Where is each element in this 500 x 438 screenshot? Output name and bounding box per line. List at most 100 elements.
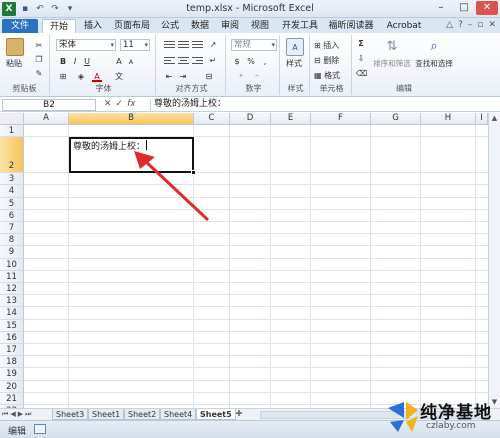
copy-icon[interactable]: ❐ bbox=[34, 55, 44, 65]
sort-filter-button[interactable]: ⇅ 排序和筛选 bbox=[372, 38, 412, 69]
tab-data[interactable]: 数据 bbox=[186, 19, 214, 33]
align-bottom-icon[interactable] bbox=[192, 41, 203, 50]
increase-decimal-icon[interactable]: ⁺ bbox=[236, 72, 246, 82]
formula-input[interactable]: 尊敬的汤姆上校： bbox=[150, 99, 488, 111]
close-button[interactable]: ✕ bbox=[476, 1, 498, 15]
find-select-button[interactable]: ⌕ 查找和选择 bbox=[414, 38, 454, 69]
fill-color-icon[interactable]: ◈ bbox=[76, 72, 86, 82]
tab-review[interactable]: 审阅 bbox=[216, 19, 244, 33]
align-center-icon[interactable] bbox=[178, 57, 189, 66]
cut-icon[interactable]: ✂ bbox=[34, 41, 44, 51]
annotation-arrow bbox=[134, 151, 210, 222]
worksheet-grid[interactable]: ABCDEFGHI 1 2 3 4 5 6 7 8 9 10 11 12 13 14 15 16 17 18 19 2… bbox=[0, 113, 500, 408]
fill-icon[interactable]: ⇩ bbox=[356, 54, 366, 64]
group-label-clipboard: 剪贴板 bbox=[12, 84, 37, 93]
sheet-tab-sheet5[interactable]: Sheet5 bbox=[196, 409, 236, 420]
shrink-font-button[interactable]: A bbox=[126, 57, 136, 67]
workbook-restore-icon[interactable]: ▫ bbox=[477, 20, 483, 30]
paste-icon bbox=[6, 38, 24, 56]
chevron-down-icon: ▾ bbox=[271, 41, 275, 49]
group-label-number: 数字 bbox=[245, 84, 262, 93]
name-box[interactable]: B2 bbox=[2, 99, 96, 111]
paste-label: 粘贴 bbox=[6, 59, 22, 68]
clear-icon[interactable]: ⌫ bbox=[356, 69, 367, 79]
group-number: 常规 ▾ $ % , ⁺ ⁻ 数字 bbox=[228, 35, 280, 95]
last-sheet-icon[interactable]: ⏭ bbox=[25, 410, 31, 419]
tab-insert[interactable]: 插入 bbox=[78, 19, 108, 33]
tab-developer[interactable]: 开发工具 bbox=[280, 19, 320, 33]
sheet-tab-sheet4[interactable]: Sheet4 bbox=[160, 409, 197, 420]
cancel-entry-icon[interactable]: ✕ bbox=[104, 99, 112, 109]
orientation-icon[interactable]: ↗ bbox=[208, 40, 218, 50]
decrease-indent-icon[interactable]: ⇤ bbox=[164, 72, 174, 82]
tab-home[interactable]: 开始 bbox=[42, 19, 76, 33]
paste-button[interactable]: 粘贴 bbox=[6, 38, 24, 69]
percent-button[interactable]: % bbox=[246, 57, 256, 67]
find-select-label: 查找和选择 bbox=[415, 59, 453, 68]
underline-button[interactable]: U bbox=[82, 57, 92, 67]
align-top-icon[interactable] bbox=[164, 41, 175, 50]
tab-file[interactable]: 文件 bbox=[2, 19, 38, 33]
group-styles: A 样式 样式 bbox=[282, 35, 310, 95]
group-label-cells: 单元格 bbox=[319, 84, 344, 93]
format-cells-label: 格式 bbox=[324, 71, 341, 80]
delete-cells-label: 删除 bbox=[323, 56, 340, 65]
font-name-combo[interactable]: 宋体 ▾ bbox=[56, 39, 116, 51]
styles-button[interactable]: A 样式 bbox=[286, 38, 304, 69]
prev-sheet-icon[interactable]: ◀ bbox=[10, 410, 15, 419]
tab-view[interactable]: 视图 bbox=[246, 19, 274, 33]
first-sheet-icon[interactable]: ⏮ bbox=[2, 410, 8, 419]
font-size-combo[interactable]: 11 ▾ bbox=[120, 39, 150, 51]
tab-formulas[interactable]: 公式 bbox=[156, 19, 184, 33]
align-right-icon[interactable] bbox=[192, 57, 203, 66]
insert-cells-button[interactable]: ⊞ 插入 bbox=[314, 40, 339, 51]
autosum-button[interactable]: Σ bbox=[356, 39, 366, 49]
help-icon[interactable]: ? bbox=[458, 20, 463, 30]
format-cells-button[interactable]: ▦ 格式 bbox=[314, 70, 340, 81]
insert-sheet-icon[interactable]: ✚ bbox=[232, 409, 246, 420]
font-name-value: 宋体 bbox=[59, 40, 77, 50]
bold-button[interactable]: B bbox=[58, 57, 68, 67]
group-label-font: 字体 bbox=[95, 84, 112, 93]
window-title: temp.xlsx - Microsoft Excel bbox=[186, 3, 314, 14]
binoculars-icon: ⌕ bbox=[430, 39, 438, 54]
currency-button[interactable]: $ bbox=[232, 57, 242, 67]
increase-indent-icon[interactable]: ⇥ bbox=[178, 72, 188, 82]
sheet-tab-sheet1[interactable]: Sheet1 bbox=[88, 409, 125, 420]
insert-function-button[interactable]: fx bbox=[127, 99, 136, 109]
delete-cells-button[interactable]: ⊟ 删除 bbox=[314, 55, 339, 66]
group-font: 宋体 ▾ 11 ▾ B I U A A ⊞ ◈ A 文 字体 bbox=[52, 35, 156, 95]
sheet-tab-sheet3[interactable]: Sheet3 bbox=[52, 409, 89, 420]
merge-center-icon[interactable]: ⊟ bbox=[204, 72, 214, 82]
sheet-tab-sheet2[interactable]: Sheet2 bbox=[124, 409, 161, 420]
vertical-scrollbar[interactable]: ▲ ▼ bbox=[488, 113, 500, 408]
workbook-close-icon[interactable]: ✕ bbox=[488, 20, 496, 30]
decrease-decimal-icon[interactable]: ⁻ bbox=[252, 72, 262, 82]
grow-font-button[interactable]: A bbox=[114, 57, 124, 67]
minimize-ribbon-icon[interactable]: △ bbox=[446, 20, 453, 30]
maximize-button[interactable]: □ bbox=[453, 1, 475, 15]
number-format-combo[interactable]: 常规 ▾ bbox=[231, 39, 277, 51]
tab-page-layout[interactable]: 页面布局 bbox=[110, 19, 154, 33]
workbook-minimize-icon[interactable]: – bbox=[468, 20, 473, 30]
scroll-up-icon[interactable]: ▲ bbox=[489, 113, 500, 124]
comma-button[interactable]: , bbox=[260, 57, 270, 67]
align-left-icon[interactable] bbox=[164, 57, 175, 66]
next-sheet-icon[interactable]: ▶ bbox=[18, 410, 23, 419]
align-middle-icon[interactable] bbox=[178, 41, 189, 50]
confirm-entry-icon[interactable]: ✓ bbox=[116, 99, 124, 109]
insert-cells-label: 插入 bbox=[323, 41, 340, 50]
group-label-styles: 样式 bbox=[287, 84, 304, 93]
format-painter-icon[interactable]: ✎ bbox=[34, 69, 44, 79]
border-icon[interactable]: ⊞ bbox=[58, 72, 68, 82]
wrap-text-icon[interactable]: ↵ bbox=[208, 56, 218, 66]
italic-button[interactable]: I bbox=[70, 57, 80, 67]
minimize-button[interactable]: – bbox=[430, 1, 452, 15]
arrow-shaft bbox=[141, 157, 210, 222]
macro-record-icon[interactable] bbox=[34, 424, 46, 434]
font-color-button[interactable]: A bbox=[92, 72, 102, 82]
chevron-down-icon: ▾ bbox=[110, 41, 114, 49]
tab-foxit-reader[interactable]: 福昕阅读器 bbox=[326, 19, 376, 33]
phonetic-icon[interactable]: 文 bbox=[114, 72, 124, 82]
tab-acrobat[interactable]: Acrobat bbox=[384, 19, 424, 33]
